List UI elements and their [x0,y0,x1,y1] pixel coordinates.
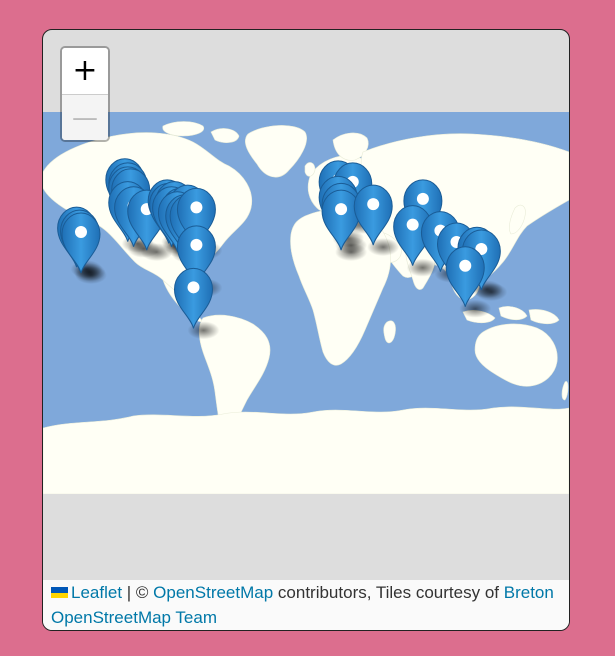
zoom-in-button[interactable]: + [62,48,108,95]
marker-center-dot [190,238,203,251]
openstreetmap-link[interactable]: OpenStreetMap [153,583,273,602]
british-isles-landmass [304,162,316,177]
marker-center-dot [187,281,200,294]
world-map[interactable] [43,112,569,494]
ukraine-flag-icon [51,587,68,598]
map-container[interactable]: + — Leaflet | © OpenStreetMap contributo… [42,29,570,631]
marker-center-dot [335,203,348,216]
attribution-bar: Leaflet | © OpenStreetMap contributors, … [43,580,569,630]
marker-center-dot [74,226,87,239]
marker-center-dot [416,192,429,205]
antarctica-landmass [43,406,569,494]
marker-center-dot [190,201,203,214]
zoom-out-button[interactable]: — [62,95,108,140]
leaflet-link[interactable]: Leaflet [71,583,122,602]
marker-center-dot [406,218,419,231]
marker-center-dot [459,259,472,272]
arctic-islands [162,121,205,137]
marker-center-dot [367,198,380,211]
attribution-contributors-text: contributors, Tiles courtesy of [273,583,504,602]
zoom-control: + — [60,46,110,142]
attribution-separator: | © [122,583,154,602]
map-view[interactable]: + — [43,30,569,580]
